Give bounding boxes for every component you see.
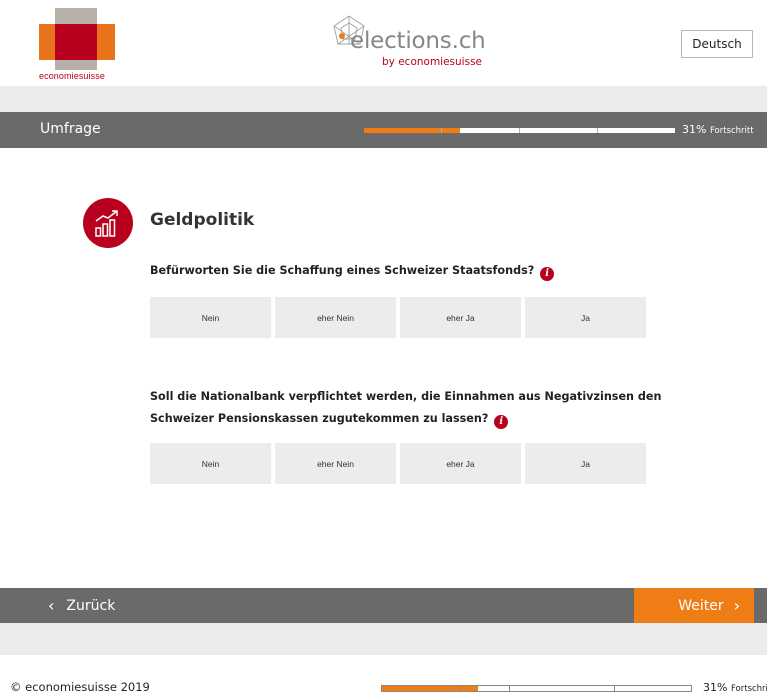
- chevron-left-icon: ‹: [48, 596, 55, 615]
- answer-eher-ja[interactable]: eher Ja: [400, 297, 521, 338]
- footer-progress-label: Fortschri: [730, 684, 767, 694]
- footer-progress-track: [381, 685, 692, 692]
- answer-group-1: Nein eher Nein eher Ja Ja: [150, 297, 650, 338]
- footer-progress-value: 31%: [703, 681, 728, 694]
- site-subtitle: by economiesuisse: [382, 56, 483, 68]
- footer-progress-tick: [614, 686, 615, 691]
- site-title: elections.ch: [350, 28, 486, 54]
- navigation-bar: ‹ Zurück Weiter ›: [0, 588, 767, 623]
- page-header: economiesuisse elections.ch by economies…: [0, 0, 767, 86]
- progress-tick: [597, 128, 598, 133]
- economiesuisse-logo[interactable]: economiesuisse: [39, 8, 115, 82]
- copyright-text: © economiesuisse 2019: [10, 680, 150, 694]
- footer-progress-fill: [382, 686, 478, 691]
- chevron-right-icon: ›: [733, 596, 740, 615]
- question-1: Befürworten Sie die Schaffung eines Schw…: [150, 260, 555, 282]
- progress-label: Fortschritt: [709, 126, 754, 136]
- footer-progress-percentage: 31% Fortschri: [703, 681, 767, 694]
- answer-nein[interactable]: Nein: [150, 443, 271, 484]
- info-icon[interactable]: i: [540, 267, 555, 281]
- chart-glyph: [95, 210, 118, 237]
- question-2: Soll die Nationalbank verpflichtet werde…: [150, 386, 661, 430]
- progress-percentage: 31% Fortschritt: [682, 123, 754, 136]
- answer-eher-nein[interactable]: eher Nein: [275, 297, 396, 338]
- survey-progress-bar: Umfrage 31% Fortschritt: [0, 112, 767, 148]
- question-2-text-line1: Soll die Nationalbank verpflichtet werde…: [150, 390, 662, 403]
- info-icon[interactable]: i: [494, 415, 509, 429]
- rising-chart-icon: [83, 198, 133, 248]
- next-button[interactable]: Weiter ›: [634, 588, 754, 623]
- progress-tick: [441, 128, 442, 133]
- language-button[interactable]: Deutsch: [681, 30, 753, 58]
- elections-logo[interactable]: elections.ch by economiesuisse: [330, 14, 490, 74]
- header-band: [0, 86, 767, 112]
- economiesuisse-logo-text: economiesuisse: [39, 71, 105, 81]
- progress-value: 31%: [682, 123, 707, 136]
- question-1-text: Befürworten Sie die Schaffung eines Schw…: [150, 264, 535, 277]
- answer-group-2: Nein eher Nein eher Ja Ja: [150, 443, 650, 484]
- question-2-text-line2: Schweizer Pensionskassen zugutekommen zu…: [150, 412, 489, 425]
- footer-progress-tick: [459, 686, 460, 691]
- footer-band: [0, 623, 767, 655]
- footer-progress-tick: [509, 686, 510, 691]
- answer-ja[interactable]: Ja: [525, 443, 646, 484]
- next-button-label: Weiter: [678, 597, 724, 614]
- answer-eher-nein[interactable]: eher Nein: [275, 443, 396, 484]
- answer-nein[interactable]: Nein: [150, 297, 271, 338]
- survey-title: Umfrage: [40, 121, 101, 137]
- progress-tick: [519, 128, 520, 133]
- answer-ja[interactable]: Ja: [525, 297, 646, 338]
- back-button[interactable]: ‹ Zurück: [48, 588, 115, 623]
- progress-fill: [364, 128, 461, 133]
- back-button-label: Zurück: [66, 597, 116, 614]
- topic-title: Geldpolitik: [150, 210, 255, 230]
- answer-eher-ja[interactable]: eher Ja: [400, 443, 521, 484]
- progress-track: [364, 128, 675, 133]
